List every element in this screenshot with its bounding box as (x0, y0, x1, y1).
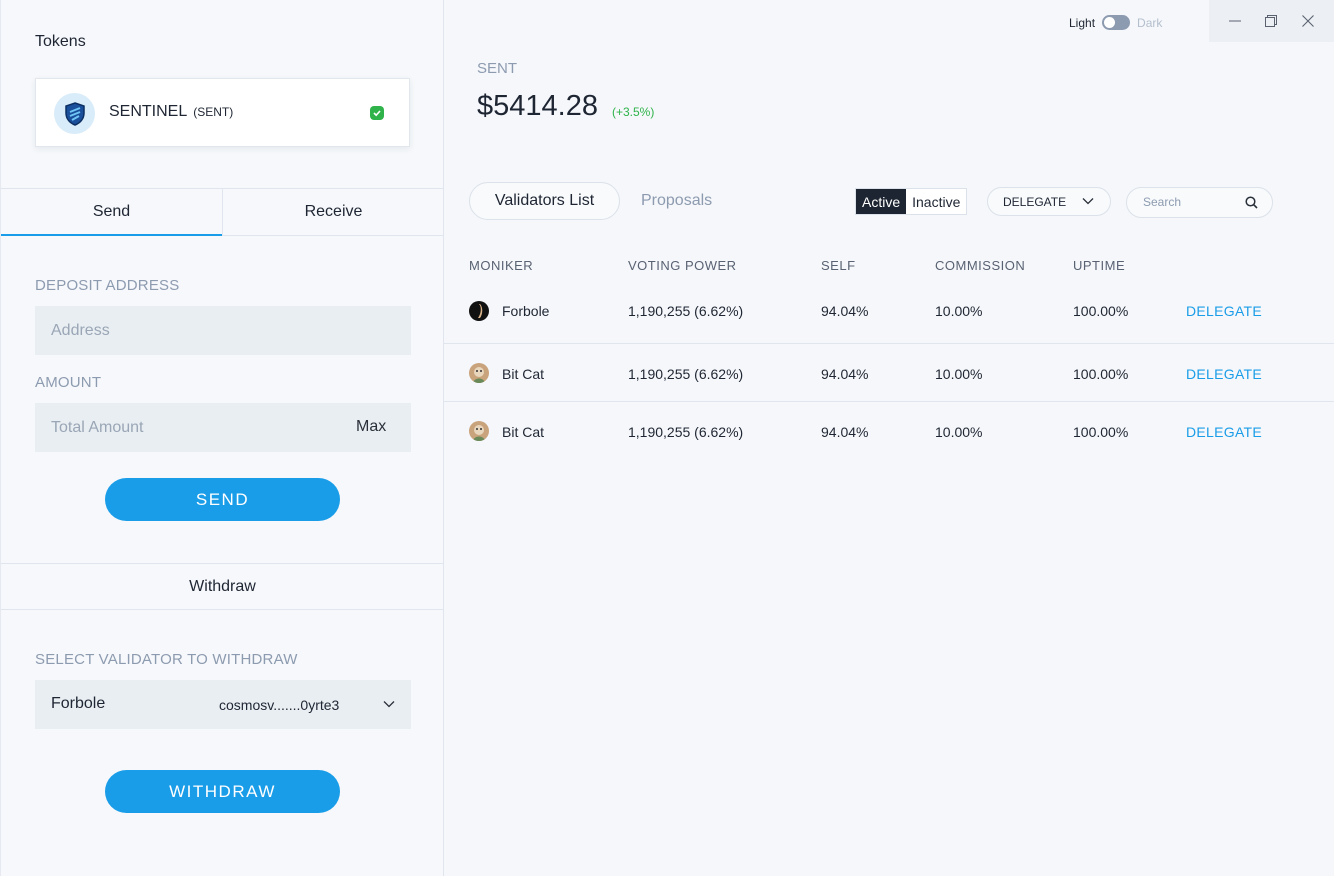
column-moniker: MONIKER (469, 258, 534, 273)
column-voting-power: VOTING POWER (628, 258, 737, 273)
token-symbol: (SENT) (193, 105, 234, 119)
max-button[interactable]: Max (356, 418, 386, 436)
tab-send[interactable]: Send (1, 189, 222, 236)
table-row: Bit Cat 1,190,255 (6.62%) 94.04% 10.00% … (444, 401, 1334, 459)
token-card[interactable]: SENTINEL (SENT) (35, 78, 410, 147)
theme-light-label: Light (1069, 15, 1096, 30)
row-uptime: 100.00% (1073, 424, 1129, 440)
theme-toggle[interactable] (1102, 15, 1131, 30)
theme-switch: Light Dark (1069, 15, 1162, 30)
delegate-button[interactable]: DELEGATE (1186, 424, 1262, 440)
select-validator-label: SELECT VALIDATOR TO WITHDRAW (35, 651, 298, 668)
amount-input[interactable] (35, 403, 411, 452)
row-uptime: 100.00% (1073, 303, 1129, 319)
avatar (469, 421, 489, 441)
row-voting-power: 1,190,255 (6.62%) (628, 366, 744, 382)
status-filter: Active Inactive (855, 188, 968, 215)
row-voting-power: 1,190,255 (6.62%) (628, 303, 744, 319)
theme-dark-label: Dark (1137, 15, 1163, 30)
filter-inactive[interactable]: Inactive (906, 189, 967, 214)
tab-receive[interactable]: Receive (222, 189, 444, 235)
coin-symbol: SENT (477, 60, 518, 77)
row-moniker: Forbole (502, 303, 550, 319)
amount-label: AMOUNT (35, 374, 102, 391)
tab-validators-list[interactable]: Validators List (469, 182, 620, 220)
selected-validator-name: Forbole (51, 695, 106, 712)
row-self: 94.04% (821, 366, 869, 382)
row-commission: 10.00% (935, 366, 983, 382)
close-icon[interactable] (1298, 11, 1318, 31)
column-self: SELF (821, 258, 856, 273)
selected-validator-address: cosmosv.......0yrte3 (219, 697, 340, 713)
row-self: 94.04% (821, 303, 869, 319)
row-voting-power: 1,190,255 (6.62%) (628, 424, 744, 440)
column-uptime: UPTIME (1073, 258, 1126, 273)
send-button[interactable]: SEND (105, 478, 340, 521)
coin-price: $5414.28 (477, 90, 598, 122)
search-input[interactable] (1143, 195, 1243, 209)
filter-active[interactable]: Active (856, 189, 907, 214)
search-box (1126, 187, 1273, 218)
price-change: (+3.5%) (612, 105, 655, 119)
delegate-button[interactable]: DELEGATE (1186, 366, 1262, 382)
row-commission: 10.00% (935, 424, 983, 440)
row-moniker: Bit Cat (502, 424, 545, 440)
column-commission: COMMISSION (935, 258, 1026, 273)
table-row: Bit Cat 1,190,255 (6.62%) 94.04% 10.00% … (444, 343, 1334, 401)
check-icon (370, 106, 384, 120)
wallet-panel: Tokens SENTINEL (SENT) Send Receive DEPOS… (0, 0, 444, 876)
row-self: 94.04% (821, 424, 869, 440)
tokens-title: Tokens (35, 33, 86, 50)
address-input[interactable] (35, 306, 411, 355)
avatar (469, 363, 489, 383)
restore-icon[interactable] (1261, 11, 1281, 31)
avatar (469, 301, 489, 321)
table-row: Forbole 1,190,255 (6.62%) 94.04% 10.00% … (444, 285, 1334, 343)
token-name-label: SENTINEL (109, 103, 188, 120)
row-moniker: Bit Cat (502, 366, 545, 382)
delegate-button[interactable]: DELEGATE (1186, 303, 1262, 319)
chevron-down-icon (1082, 198, 1094, 205)
window-controls (1209, 0, 1334, 42)
withdraw-title: Withdraw (1, 563, 444, 610)
token-name: SENTINEL (SENT) (109, 103, 233, 121)
validator-select[interactable]: Forbole cosmosv.......0yrte3 (35, 680, 411, 729)
action-dropdown-label: DELEGATE (1003, 194, 1067, 209)
shield-icon (64, 101, 85, 126)
tab-proposals[interactable]: Proposals (641, 192, 712, 210)
staking-panel: Light Dark SENT $5414.28 (+3.5%) Validat… (444, 0, 1334, 876)
deposit-address-label: DEPOSIT ADDRESS (35, 277, 180, 294)
row-commission: 10.00% (935, 303, 983, 319)
send-receive-tabs: Send Receive (1, 188, 444, 236)
search-icon[interactable] (1245, 196, 1258, 209)
withdraw-button[interactable]: WITHDRAW (105, 770, 340, 813)
chevron-down-icon (383, 701, 395, 708)
token-logo (54, 93, 95, 134)
row-uptime: 100.00% (1073, 366, 1129, 382)
minimize-icon[interactable] (1225, 11, 1245, 31)
action-dropdown[interactable]: DELEGATE (987, 187, 1111, 216)
